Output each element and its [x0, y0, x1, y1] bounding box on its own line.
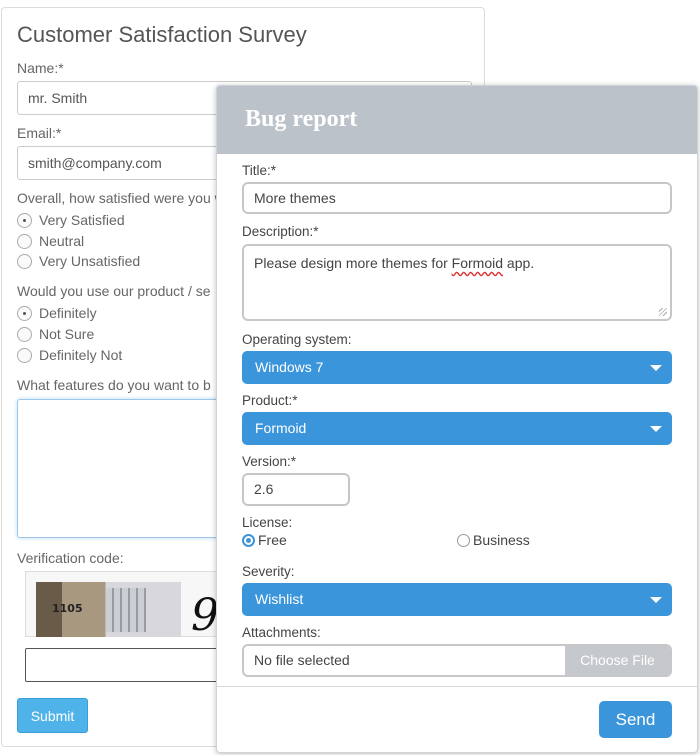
use-product-question: Would you use our product / se: [17, 283, 211, 299]
captcha-digit: 9: [191, 590, 219, 641]
radio-unchecked-icon[interactable]: [17, 233, 32, 249]
os-label: Operating system:: [242, 332, 352, 347]
product-label: Product:*: [242, 393, 298, 408]
description-field[interactable]: Please design more themes for Formoid ap…: [242, 244, 672, 321]
email-label: Email:*: [17, 125, 62, 141]
description-text-end: app.: [503, 255, 535, 271]
captcha-house-number: 1105: [52, 602, 83, 615]
file-status: No file selected: [254, 652, 350, 668]
title-field[interactable]: More themes: [242, 182, 672, 214]
os-select[interactable]: Windows 7: [242, 351, 672, 384]
captcha-photo: 1105: [36, 582, 181, 637]
radio-checked-icon[interactable]: [17, 305, 32, 321]
title-label: Title:*: [242, 163, 277, 178]
captcha-window: [106, 588, 146, 632]
chevron-down-icon: [650, 426, 662, 432]
resize-handle-icon[interactable]: [659, 308, 667, 316]
severity-label: Severity:: [242, 564, 295, 579]
radio-not-sure[interactable]: Not Sure: [17, 326, 94, 342]
severity-select[interactable]: Wishlist: [242, 583, 672, 616]
bug-report-modal: Bug report Title:* More themes Descripti…: [216, 85, 698, 753]
description-text-start: Please design more themes for: [254, 255, 452, 271]
modal-header: Bug report: [217, 86, 697, 154]
chevron-down-icon: [650, 365, 662, 371]
version-field[interactable]: 2.6: [242, 473, 350, 506]
chevron-down-icon: [650, 597, 662, 603]
radio-very-unsatisfied[interactable]: Very Unsatisfied: [17, 253, 140, 269]
radio-license-business[interactable]: Business: [457, 532, 530, 548]
verification-label: Verification code:: [17, 550, 124, 566]
radio-checked-icon[interactable]: [17, 212, 32, 228]
radio-unchecked-icon[interactable]: [457, 533, 470, 547]
verification-input[interactable]: [25, 648, 225, 682]
radio-unchecked-icon[interactable]: [17, 347, 32, 363]
attachment-file-input[interactable]: No file selected Choose File: [242, 644, 672, 677]
severity-selected-value: Wishlist: [255, 591, 304, 607]
description-label: Description:*: [242, 224, 319, 239]
choose-file-button[interactable]: Choose File: [565, 646, 670, 675]
os-selected-value: Windows 7: [255, 359, 324, 375]
modal-title: Bug report: [245, 106, 358, 132]
name-label: Name:*: [17, 60, 64, 76]
features-question: What features do you want to b: [17, 377, 211, 393]
footer-divider: [217, 686, 697, 687]
radio-unchecked-icon[interactable]: [17, 326, 32, 342]
submit-button[interactable]: Submit: [17, 698, 88, 733]
version-label: Version:*: [242, 454, 297, 469]
survey-title: Customer Satisfaction Survey: [17, 22, 307, 47]
product-selected-value: Formoid: [255, 420, 307, 436]
captcha-image: 1105 9: [25, 571, 225, 641]
license-label: License:: [242, 515, 293, 530]
product-select[interactable]: Formoid: [242, 412, 672, 445]
radio-definitely[interactable]: Definitely: [17, 305, 97, 321]
send-button[interactable]: Send: [599, 701, 672, 738]
radio-license-free[interactable]: Free: [242, 532, 287, 548]
satisfaction-question: Overall, how satisfied were you w: [17, 190, 225, 206]
misspelled-word: Formoid: [451, 255, 504, 271]
radio-neutral[interactable]: Neutral: [17, 233, 84, 249]
radio-very-satisfied[interactable]: Very Satisfied: [17, 212, 125, 228]
radio-definitely-not[interactable]: Definitely Not: [17, 347, 122, 363]
radio-checked-icon[interactable]: [242, 533, 255, 547]
radio-unchecked-icon[interactable]: [17, 253, 32, 269]
attachments-label: Attachments:: [242, 625, 321, 640]
